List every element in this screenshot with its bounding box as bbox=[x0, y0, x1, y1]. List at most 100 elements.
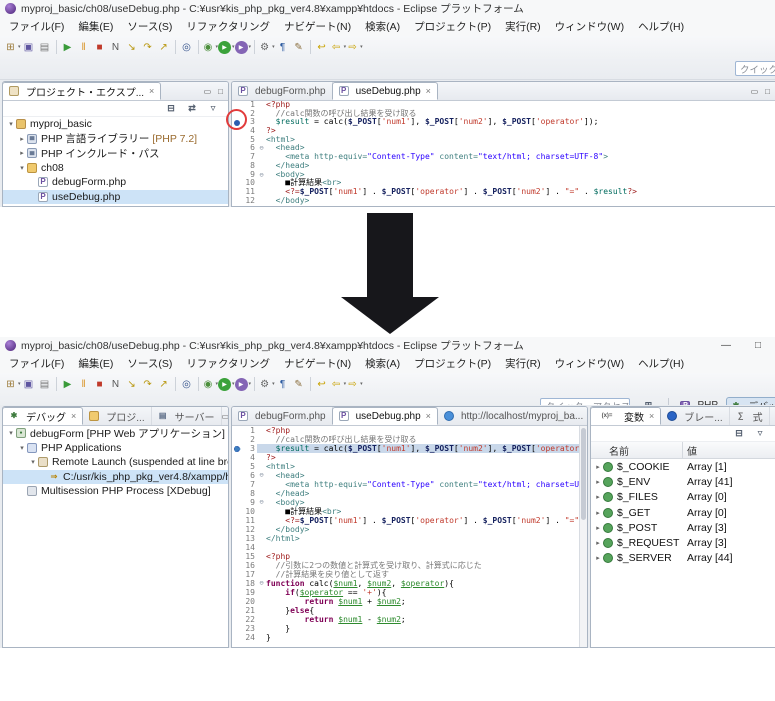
show-whitespace-button[interactable]: ¶ bbox=[275, 38, 291, 56]
view-maximize-button[interactable]: □ bbox=[218, 87, 223, 96]
breakpoint-gutter[interactable] bbox=[232, 162, 242, 171]
variable-row[interactable]: ▸$_COOKIEArray [1] bbox=[591, 459, 775, 474]
menu-item[interactable]: ウィンドウ(W) bbox=[548, 17, 631, 36]
menu-item[interactable]: ヘルプ(H) bbox=[631, 17, 691, 36]
menu-item[interactable]: ヘルプ(H) bbox=[631, 354, 691, 373]
tab-debug[interactable]: ✱デバッグ× bbox=[3, 407, 83, 425]
fold-collapse-icon[interactable]: ⊖ bbox=[257, 471, 266, 480]
step-return-button[interactable]: ↗ bbox=[156, 38, 172, 56]
quick-access-input[interactable]: クイック bbox=[735, 61, 775, 76]
debug-button[interactable]: ◉▾ bbox=[202, 375, 219, 393]
menu-item[interactable]: ソース(S) bbox=[120, 354, 179, 373]
step-into-button[interactable]: ↘ bbox=[124, 38, 140, 56]
expand-arrow-icon[interactable]: ▸ bbox=[593, 539, 603, 547]
code-line[interactable]: 5<html> bbox=[232, 462, 579, 471]
code-line[interactable]: 5<html> bbox=[232, 136, 775, 145]
menu-item[interactable]: プロジェクト(P) bbox=[407, 17, 498, 36]
code-line[interactable]: 8 </head> bbox=[232, 489, 579, 498]
breakpoint-gutter[interactable] bbox=[232, 171, 242, 180]
new-wizard-button[interactable]: ⊞▾ bbox=[4, 375, 21, 393]
breakpoint-gutter[interactable] bbox=[232, 624, 242, 633]
breakpoint-gutter[interactable] bbox=[232, 453, 242, 462]
breakpoint-gutter[interactable] bbox=[232, 179, 242, 188]
close-icon[interactable]: × bbox=[426, 411, 431, 421]
breakpoint-gutter[interactable] bbox=[232, 561, 242, 570]
breakpoint-gutter[interactable] bbox=[232, 543, 242, 552]
tab-servers[interactable]: ▤サーバー bbox=[152, 407, 222, 425]
suspend-button[interactable]: ‖ bbox=[76, 38, 92, 56]
tree-item[interactable]: ⇒C:/usr/kis_php_pkg_ver4.8/xampp/h bbox=[3, 470, 228, 485]
variable-row[interactable]: ▸$_SERVERArray [44] bbox=[591, 551, 775, 566]
code-line[interactable]: 4?> bbox=[232, 127, 775, 136]
code-line[interactable]: 6⊖ <head> bbox=[232, 471, 579, 480]
code-line[interactable]: 4?> bbox=[232, 453, 579, 462]
tab-console[interactable]: ›対話... bbox=[770, 407, 775, 425]
view-maximize-button[interactable]: □ bbox=[765, 87, 770, 96]
breakpoint-gutter[interactable] bbox=[232, 435, 242, 444]
variable-row[interactable]: ▸$_POSTArray [3] bbox=[591, 520, 775, 535]
close-icon[interactable]: × bbox=[426, 86, 431, 96]
expand-arrow-icon[interactable]: ▸ bbox=[593, 524, 603, 532]
code-editor[interactable]: 1<?php2 //calc関数の呼び出し結果を受け取る3 $result = … bbox=[232, 426, 579, 642]
run-button[interactable]: ▶▾ bbox=[218, 375, 235, 393]
step-return-button[interactable]: ↗ bbox=[156, 375, 172, 393]
minimize-button[interactable]: — bbox=[721, 340, 731, 351]
mark-occurrences-button[interactable]: ✎ bbox=[291, 375, 307, 393]
breakpoint-gutter[interactable] bbox=[232, 489, 242, 498]
code-line[interactable]: 7 <meta http-equiv="Content-Type" conten… bbox=[232, 480, 579, 489]
breakpoint-gutter[interactable] bbox=[232, 570, 242, 579]
breakpoint-gutter[interactable] bbox=[232, 534, 242, 543]
search-button[interactable]: ◎ bbox=[179, 38, 195, 56]
breakpoint-gutter[interactable] bbox=[232, 606, 242, 615]
save-button[interactable]: ▣ bbox=[21, 375, 37, 393]
code-line[interactable]: 9⊖ <body> bbox=[232, 498, 579, 507]
breakpoint-gutter[interactable] bbox=[232, 197, 242, 206]
debug-button[interactable]: ◉▾ bbox=[202, 38, 219, 56]
expand-arrow-icon[interactable]: ▸ bbox=[593, 463, 603, 471]
terminate-button[interactable]: ■ bbox=[92, 375, 108, 393]
collapse-all-button[interactable]: ⊟ bbox=[734, 429, 748, 439]
tab-expressions[interactable]: ∑式 bbox=[730, 407, 770, 425]
code-line[interactable]: 17 //計算結果を戻り値として返す bbox=[232, 570, 579, 579]
code-line[interactable]: 11 <?=$_POST['num1'] . $_POST['operator'… bbox=[232, 516, 579, 525]
fold-collapse-icon[interactable]: ⊖ bbox=[257, 498, 266, 507]
expand-arrow-icon[interactable]: ▸ bbox=[593, 493, 603, 501]
menu-item[interactable]: ウィンドウ(W) bbox=[548, 354, 631, 373]
code-line[interactable]: 12 </body> bbox=[232, 197, 775, 206]
close-icon[interactable]: × bbox=[149, 86, 154, 96]
breakpoint-gutter[interactable] bbox=[232, 615, 242, 624]
code-line[interactable]: 1<?php bbox=[232, 426, 579, 435]
close-icon[interactable]: × bbox=[71, 411, 76, 421]
code-line[interactable]: 11 <?=$_POST['num1'] . $_POST['operator'… bbox=[232, 188, 775, 197]
tree-item[interactable]: PdebugForm.php bbox=[3, 175, 228, 190]
breakpoint-gutter[interactable] bbox=[232, 188, 242, 197]
breakpoint-gutter[interactable] bbox=[232, 426, 242, 435]
variable-row[interactable]: ▸$_ENVArray [41] bbox=[591, 474, 775, 489]
tab-project-explorer[interactable]: プロジェクト・エクスプ...× bbox=[3, 82, 161, 100]
code-line[interactable]: 19 if($operator == '+'){ bbox=[232, 588, 579, 597]
menu-item[interactable]: リファクタリング bbox=[179, 17, 277, 36]
step-into-button[interactable]: ↘ bbox=[124, 375, 140, 393]
breakpoint-gutter[interactable] bbox=[232, 525, 242, 534]
disconnect-button[interactable]: N bbox=[108, 375, 124, 393]
close-icon[interactable]: × bbox=[649, 411, 654, 421]
expand-arrow-icon[interactable]: ▸ bbox=[593, 478, 603, 486]
fold-collapse-icon[interactable]: ⊖ bbox=[257, 144, 266, 153]
view-menu-button[interactable]: ▽ bbox=[755, 429, 769, 439]
menu-item[interactable]: 編集(E) bbox=[71, 354, 120, 373]
forward-button[interactable]: ⇨▾ bbox=[346, 38, 363, 56]
code-line[interactable]: 10 ■計算結果<br> bbox=[232, 507, 579, 516]
editor-scrollbar[interactable] bbox=[579, 426, 587, 647]
breakpoint-gutter[interactable] bbox=[232, 552, 242, 561]
breakpoint-gutter[interactable] bbox=[232, 480, 242, 489]
scrollbar-thumb[interactable] bbox=[581, 428, 586, 520]
breakpoint-gutter[interactable] bbox=[232, 153, 242, 162]
tab-usedebug-php[interactable]: PuseDebug.php× bbox=[332, 82, 438, 100]
step-over-button[interactable]: ↷ bbox=[140, 375, 156, 393]
code-line[interactable]: 24} bbox=[232, 633, 579, 642]
code-line[interactable]: 3 $result = calc($_POST['num1'], $_POST[… bbox=[232, 444, 579, 453]
tab-debugform-php[interactable]: PdebugForm.php bbox=[232, 407, 333, 425]
tree-item[interactable]: ▸≣PHP インクルード・パス bbox=[3, 146, 228, 161]
last-edit-location-button[interactable]: ↩ bbox=[314, 38, 330, 56]
print-button[interactable]: ▤ bbox=[37, 375, 53, 393]
